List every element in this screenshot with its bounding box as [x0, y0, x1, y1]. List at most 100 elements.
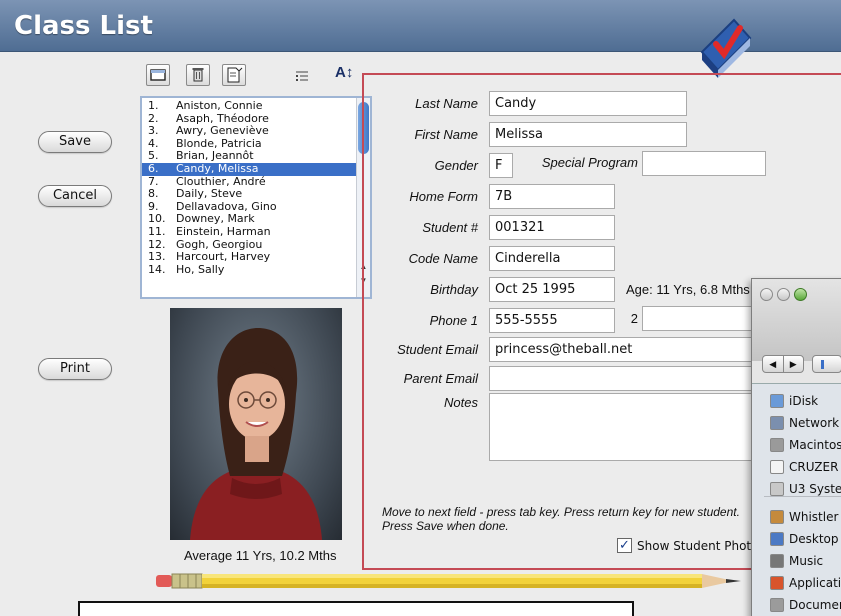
student-email-field[interactable]: princess@theball.net [489, 337, 765, 362]
student-number-field[interactable]: 001321 [489, 215, 615, 240]
finder-sidebar-item[interactable]: Network [770, 416, 839, 430]
back-arrow-icon[interactable]: ◀ [763, 356, 783, 372]
network-icon [770, 416, 784, 430]
finder-sidebar-item[interactable]: Documents [770, 598, 841, 612]
student-number: 13. [148, 250, 166, 264]
notes-field[interactable] [489, 393, 765, 461]
student-name: Einstein, Harman [176, 224, 271, 238]
student-list-item[interactable]: 14. Ho, Sally [142, 262, 370, 277]
finder-sidebar-item[interactable]: Macintosh HD [770, 438, 841, 452]
student-number-label: Student # [422, 220, 478, 235]
finder-sidebar-item[interactable]: Music [770, 554, 823, 568]
zoom-window-icon[interactable] [794, 288, 807, 301]
instructions-text: Move to next field - press tab key. Pres… [382, 505, 740, 533]
idisk-icon [770, 394, 784, 408]
student-number: 8. [148, 187, 159, 201]
code-name-field[interactable]: Cinderella [489, 246, 615, 271]
cancel-button[interactable]: Cancel [38, 185, 112, 207]
student-list[interactable]: 1. Aniston, Connie 2. Asaph, Théodore 3. Awry… [140, 96, 372, 299]
save-button[interactable]: Save [38, 131, 112, 153]
student-name: Candy, Melissa [176, 161, 259, 175]
finder-sidebar-label: Music [789, 554, 824, 568]
column-view-icon [821, 360, 824, 369]
student-list-item[interactable]: 3. Awry, Geneviève [142, 125, 370, 138]
finder-sidebar-label: CRUZER [789, 460, 839, 474]
student-name: Aniston, Connie [176, 99, 263, 112]
student-name: Ho, Sally [176, 262, 225, 276]
first-name-field[interactable]: Melissa [489, 122, 687, 147]
last-name-field[interactable]: Candy [489, 91, 687, 116]
finder-sidebar-label: U3 System [789, 482, 841, 496]
list-format-icon[interactable] [294, 68, 310, 87]
usb-drive-icon [770, 460, 784, 474]
last-name-label: Last Name [415, 96, 478, 111]
show-photo-label: Show Student Photo [637, 538, 759, 553]
notes-label: Notes [444, 395, 478, 410]
average-age-label: Average 11 Yrs, 10.2 Mths [184, 548, 337, 563]
forward-arrow-icon[interactable]: ▶ [782, 356, 804, 372]
finder-sidebar-label: Macintosh HD [789, 438, 841, 452]
gender-label: Gender [434, 158, 478, 173]
documents-icon [770, 598, 784, 612]
finder-sidebar-item[interactable]: Whistler [770, 510, 838, 524]
page-title: Class List [14, 11, 153, 41]
student-photo [170, 308, 342, 540]
back-forward-buttons[interactable]: ◀ ▶ [762, 355, 804, 373]
finder-sidebar-label: Network [789, 416, 840, 430]
student-number: 11. [148, 224, 166, 238]
music-icon [770, 554, 784, 568]
caption-box [78, 601, 634, 616]
student-number: 14. [148, 262, 166, 276]
student-number: 1. [148, 99, 159, 112]
pencil-decoration-icon [156, 573, 741, 589]
finder-sidebar-item[interactable]: CRUZER [770, 460, 838, 474]
delete-button[interactable] [186, 64, 210, 86]
phone2-field[interactable] [642, 306, 766, 331]
finder-sidebar-label: Documents [789, 598, 841, 612]
show-photo-checkbox[interactable]: ✓ [617, 538, 632, 553]
finder-sidebar-label: Desktop [789, 532, 839, 546]
view-mode-button[interactable] [812, 355, 841, 373]
home-form-field[interactable]: 7B [489, 184, 615, 209]
student-list-item[interactable]: 13. Harcourt, Harvey [142, 251, 370, 264]
close-window-icon[interactable] [760, 288, 773, 301]
finder-sidebar-label: Applications [789, 576, 841, 590]
show-photo-option[interactable]: ✓ Show Student Photo [617, 538, 758, 553]
gender-field[interactable]: F [489, 153, 513, 178]
birthday-field[interactable]: Oct 25 1995 [489, 277, 615, 302]
special-program-label: Special Program [541, 155, 638, 170]
finder-sidebar-item[interactable]: iDisk [770, 394, 818, 408]
sidebar-divider [764, 496, 841, 497]
student-list-item[interactable]: 1. Aniston, Connie [142, 99, 370, 113]
student-number: 6. [148, 161, 159, 175]
parent-email-field[interactable] [489, 366, 765, 391]
student-list-item[interactable]: 6. Candy, Melissa [142, 161, 370, 176]
print-button[interactable]: Print [38, 358, 112, 380]
home-icon [770, 510, 784, 524]
sort-icon[interactable]: A↕ [335, 64, 353, 81]
student-name: Daily, Steve [176, 187, 243, 201]
export-button[interactable] [222, 64, 246, 86]
applications-icon [770, 576, 784, 590]
minimize-window-icon[interactable] [777, 288, 790, 301]
phone1-label: Phone 1 [429, 313, 478, 328]
new-record-icon [150, 69, 166, 81]
phone1-field[interactable]: 555-5555 [489, 308, 615, 333]
finder-sidebar-item[interactable]: Desktop [770, 532, 839, 546]
harddisk-icon [770, 438, 784, 452]
finder-sidebar-item[interactable]: Applications [770, 576, 841, 590]
home-form-label: Home Form [409, 189, 478, 204]
student-list-item[interactable]: 11. Einstein, Harman [142, 224, 370, 239]
finder-window[interactable]: ◀ ▶ iDisk Network Macintosh HD CRUZER U3 Sys… [751, 278, 841, 616]
finder-sidebar-item[interactable]: U3 System [770, 482, 841, 496]
new-record-button[interactable] [146, 64, 170, 86]
student-name: Awry, Geneviève [176, 124, 269, 138]
trash-icon [192, 68, 204, 82]
student-list-item[interactable]: 8. Daily, Steve [142, 188, 370, 201]
document-export-icon [227, 67, 243, 83]
student-number: 3. [148, 124, 159, 138]
finder-sidebar-label: Whistler [789, 510, 839, 524]
code-name-label: Code Name [408, 251, 478, 266]
first-name-label: First Name [414, 127, 478, 142]
special-program-field[interactable] [642, 151, 766, 176]
